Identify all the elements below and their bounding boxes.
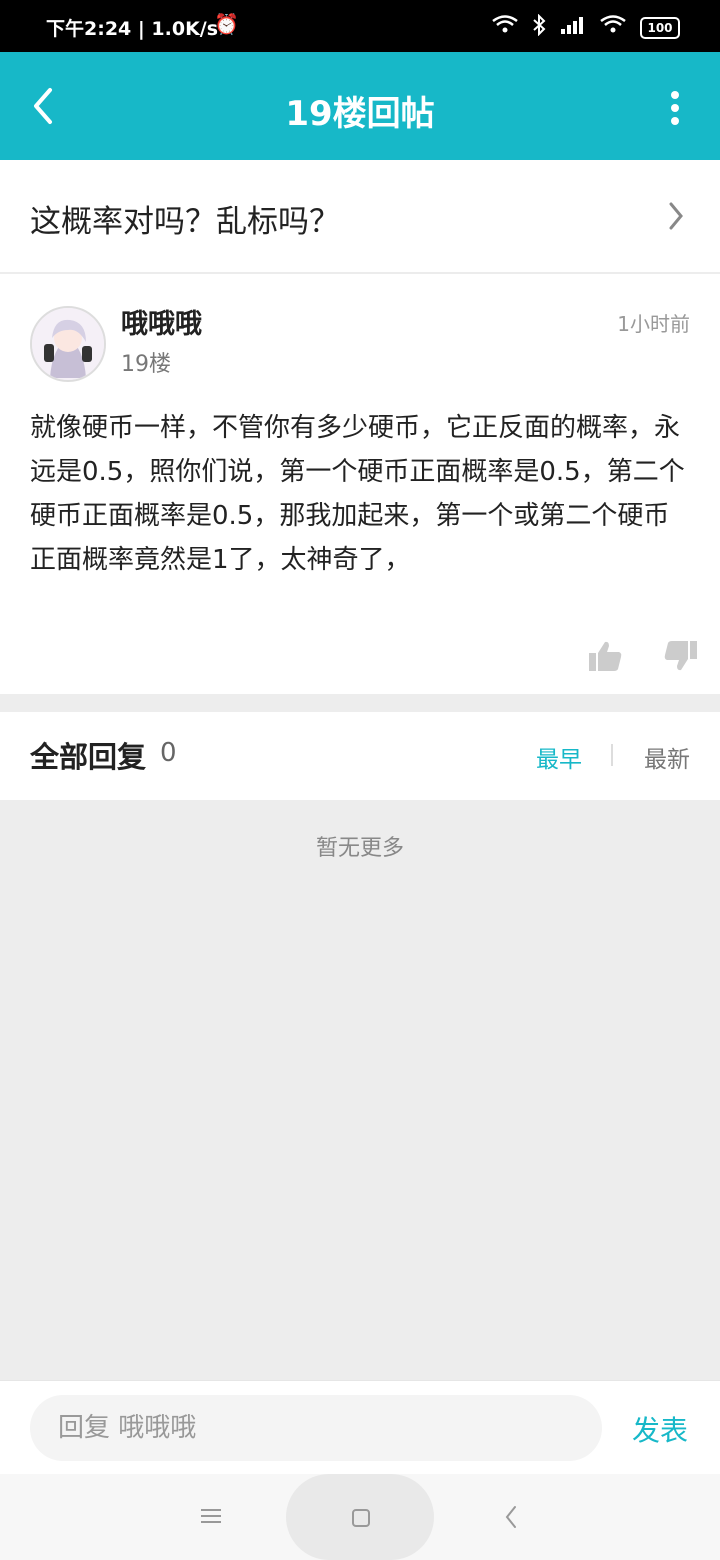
page-title: 19楼回帖 <box>285 94 435 134</box>
thread-link[interactable]: 这概率对吗？乱标吗？ <box>0 160 720 272</box>
system-nav-bar <box>0 1474 720 1560</box>
app-bar: 19楼回帖 <box>0 52 720 160</box>
replies-header: 全部回复 0 最早 最新 <box>0 712 720 800</box>
signal-icon <box>560 15 586 40</box>
thumbs-down-icon[interactable] <box>664 640 698 672</box>
status-icons: 100 <box>492 13 680 41</box>
avatar[interactable] <box>30 306 106 382</box>
chevron-right-icon <box>666 200 686 232</box>
status-time: 下午2:24 | 1.0K/s <box>46 18 219 40</box>
empty-replies-text: 暂无更多 <box>315 836 404 861</box>
bluetooth-icon <box>532 13 546 41</box>
battery-indicator: 100 <box>640 16 680 39</box>
wifi-icon <box>492 15 518 40</box>
menu-icon[interactable] <box>200 1506 222 1526</box>
sort-newest-tab[interactable]: 最新 <box>644 740 690 774</box>
alarm-icon: ⏰ <box>214 12 239 36</box>
wifi-icon <box>600 15 626 40</box>
thread-title: 这概率对吗？乱标吗？ <box>30 204 340 240</box>
more-vertical-icon[interactable] <box>670 90 680 126</box>
reply-input[interactable] <box>30 1395 602 1461</box>
replies-title: 全部回复 <box>30 740 147 774</box>
compose-bar: 发表 <box>0 1380 720 1475</box>
reply-count: 0 <box>160 738 177 768</box>
nav-back-icon[interactable] <box>504 1504 518 1530</box>
sort-divider <box>611 744 613 766</box>
post-time: 1小时前 <box>617 312 690 336</box>
floor-label: 19楼 <box>121 352 171 377</box>
username[interactable]: 哦哦哦 <box>121 302 202 341</box>
submit-button[interactable]: 发表 <box>632 1409 688 1449</box>
post: 哦哦哦 19楼 1小时前 就像硬币一样，不管你有多少硬币，它正反面的概率，永远是… <box>0 274 720 694</box>
post-content: 就像硬币一样，不管你有多少硬币，它正反面的概率，永远是0.5，照你们说，第一个硬… <box>30 413 685 575</box>
thumbs-up-icon[interactable] <box>588 640 622 672</box>
status-bar: 下午2:24 | 1.0K/s ⏰ 100 <box>0 0 720 52</box>
sort-earliest-tab[interactable]: 最早 <box>536 740 582 774</box>
home-icon[interactable] <box>351 1508 371 1528</box>
